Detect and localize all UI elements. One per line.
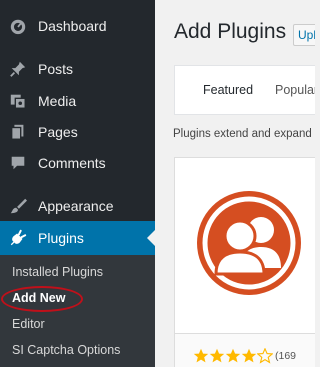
plugin-plug-icon (0, 229, 36, 247)
sidebar-item-label: Media (38, 93, 77, 109)
star-filled-icon (209, 348, 225, 363)
tab-popular[interactable]: Popular (275, 83, 315, 97)
tab-featured[interactable]: Featured (203, 83, 253, 97)
sidebar-item-label: Appearance (38, 198, 114, 214)
star-filled-icon (241, 348, 257, 363)
sidebar-item-pages[interactable]: Pages (0, 115, 155, 149)
pages-icon (0, 123, 36, 141)
plugin-card: (169 (174, 157, 315, 367)
sidebar-item-label: Posts (38, 61, 74, 77)
sidebar-item-label: Pages (38, 124, 78, 140)
submenu-item-editor[interactable]: Editor (12, 317, 45, 331)
brush-icon (0, 197, 36, 215)
star-filled-icon (193, 348, 209, 363)
sidebar-item-label: Comments (38, 155, 106, 171)
submenu-item-si-captcha-options[interactable]: SI Captcha Options (12, 343, 120, 357)
rating-count: (169 (275, 350, 297, 362)
submenu-item-installed-plugins[interactable]: Installed Plugins (12, 265, 103, 279)
media-icon (0, 92, 36, 110)
dashboard-icon (0, 17, 36, 35)
comments-icon (0, 154, 36, 172)
sidebar-item-label: Plugins (38, 230, 84, 246)
sidebar-item-appearance[interactable]: Appearance (0, 189, 155, 223)
admin-sidebar: Dashboard Posts Media Pages Comments App… (0, 0, 155, 367)
sidebar-item-comments[interactable]: Comments (0, 146, 155, 180)
sidebar-item-label: Dashboard (38, 18, 107, 34)
star-rating: (169 (193, 348, 296, 364)
upload-plugin-button[interactable]: Upload Plugin (293, 24, 315, 46)
sidebar-item-dashboard[interactable]: Dashboard (0, 9, 155, 43)
sidebar-item-posts[interactable]: Posts (0, 52, 155, 86)
sidebar-item-plugins[interactable]: Plugins (0, 221, 155, 255)
star-filled-icon (225, 348, 241, 363)
pin-icon (0, 60, 36, 78)
plugin-filter-bar: Featured Popular (174, 65, 315, 115)
sidebar-item-media[interactable]: Media (0, 84, 155, 118)
submenu-item-add-new[interactable]: Add New (12, 291, 65, 305)
intro-text: Plugins extend and expand the functional… (173, 128, 315, 140)
page-title: Add Plugins (174, 20, 287, 43)
main-content: Add Plugins Upload Plugin Featured Popul… (155, 0, 315, 367)
plugin-card-footer: (169 (175, 333, 315, 367)
star-empty-icon (257, 348, 273, 364)
users-group-icon[interactable] (194, 188, 304, 303)
